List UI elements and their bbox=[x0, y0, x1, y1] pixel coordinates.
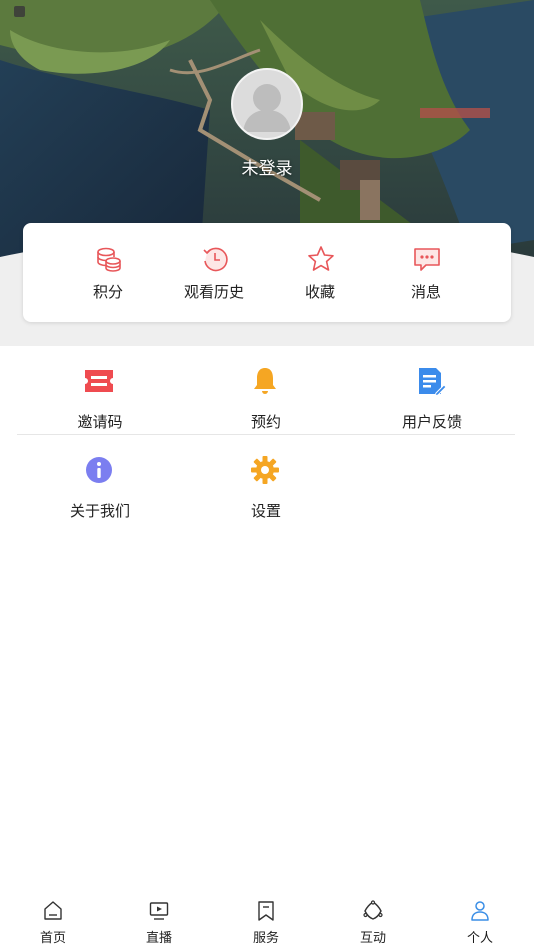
tab-live[interactable]: 直播 bbox=[106, 890, 212, 950]
tab-label: 互动 bbox=[359, 931, 386, 946]
database-icon bbox=[97, 247, 121, 272]
home-icon bbox=[44, 901, 62, 920]
tab-label: 服务 bbox=[252, 931, 279, 946]
menu-item-label: 用户反馈 bbox=[401, 413, 462, 431]
menu-item-label: 关于我们 bbox=[69, 502, 130, 520]
bottom-tab-bar: 首页 直播 服务 互动 个人 bbox=[0, 890, 534, 950]
history-icon bbox=[203, 247, 228, 272]
tab-label: 个人 bbox=[466, 931, 493, 946]
bookmark-icon bbox=[258, 901, 274, 921]
menu-item-about-us[interactable]: 关于我们 bbox=[17, 455, 183, 535]
tv-icon bbox=[149, 902, 169, 920]
default-avatar-icon bbox=[243, 84, 291, 132]
quick-action-label: 收藏 bbox=[304, 283, 335, 301]
star-icon bbox=[308, 246, 334, 271]
tab-label: 直播 bbox=[145, 931, 172, 946]
feedback-icon bbox=[419, 368, 446, 396]
quick-action-favorites[interactable]: 收藏 bbox=[267, 223, 373, 322]
login-status-label[interactable]: 未登录 bbox=[0, 154, 534, 179]
tab-personal[interactable]: 个人 bbox=[427, 890, 533, 950]
tab-label: 首页 bbox=[39, 931, 66, 946]
tab-interact[interactable]: 互动 bbox=[320, 890, 426, 950]
notification-icon bbox=[14, 6, 25, 17]
menu-divider bbox=[17, 434, 515, 435]
quick-actions-card: 积分 观看历史 收藏 消息 bbox=[23, 223, 511, 322]
avatar[interactable] bbox=[231, 68, 303, 140]
interact-icon bbox=[363, 900, 383, 920]
quick-action-label: 观看历史 bbox=[183, 283, 244, 301]
bell-icon bbox=[254, 368, 276, 394]
message-icon bbox=[414, 248, 440, 271]
quick-action-label: 积分 bbox=[92, 283, 123, 301]
tab-home[interactable]: 首页 bbox=[0, 890, 106, 950]
quick-action-history[interactable]: 观看历史 bbox=[161, 223, 267, 322]
quick-action-messages[interactable]: 消息 bbox=[373, 223, 479, 322]
menu-item-label: 邀请码 bbox=[77, 413, 123, 431]
quick-action-points[interactable]: 积分 bbox=[55, 223, 161, 322]
gear-icon bbox=[251, 456, 279, 484]
ticket-icon bbox=[85, 370, 113, 392]
menu-item-label: 预约 bbox=[250, 413, 281, 431]
person-icon bbox=[471, 901, 489, 921]
tab-services[interactable]: 服务 bbox=[213, 890, 319, 950]
quick-action-label: 消息 bbox=[410, 283, 441, 301]
menu-item-settings[interactable]: 设置 bbox=[183, 455, 349, 535]
info-icon bbox=[86, 457, 112, 483]
menu-item-label: 设置 bbox=[250, 502, 281, 520]
status-bar bbox=[0, 0, 534, 24]
